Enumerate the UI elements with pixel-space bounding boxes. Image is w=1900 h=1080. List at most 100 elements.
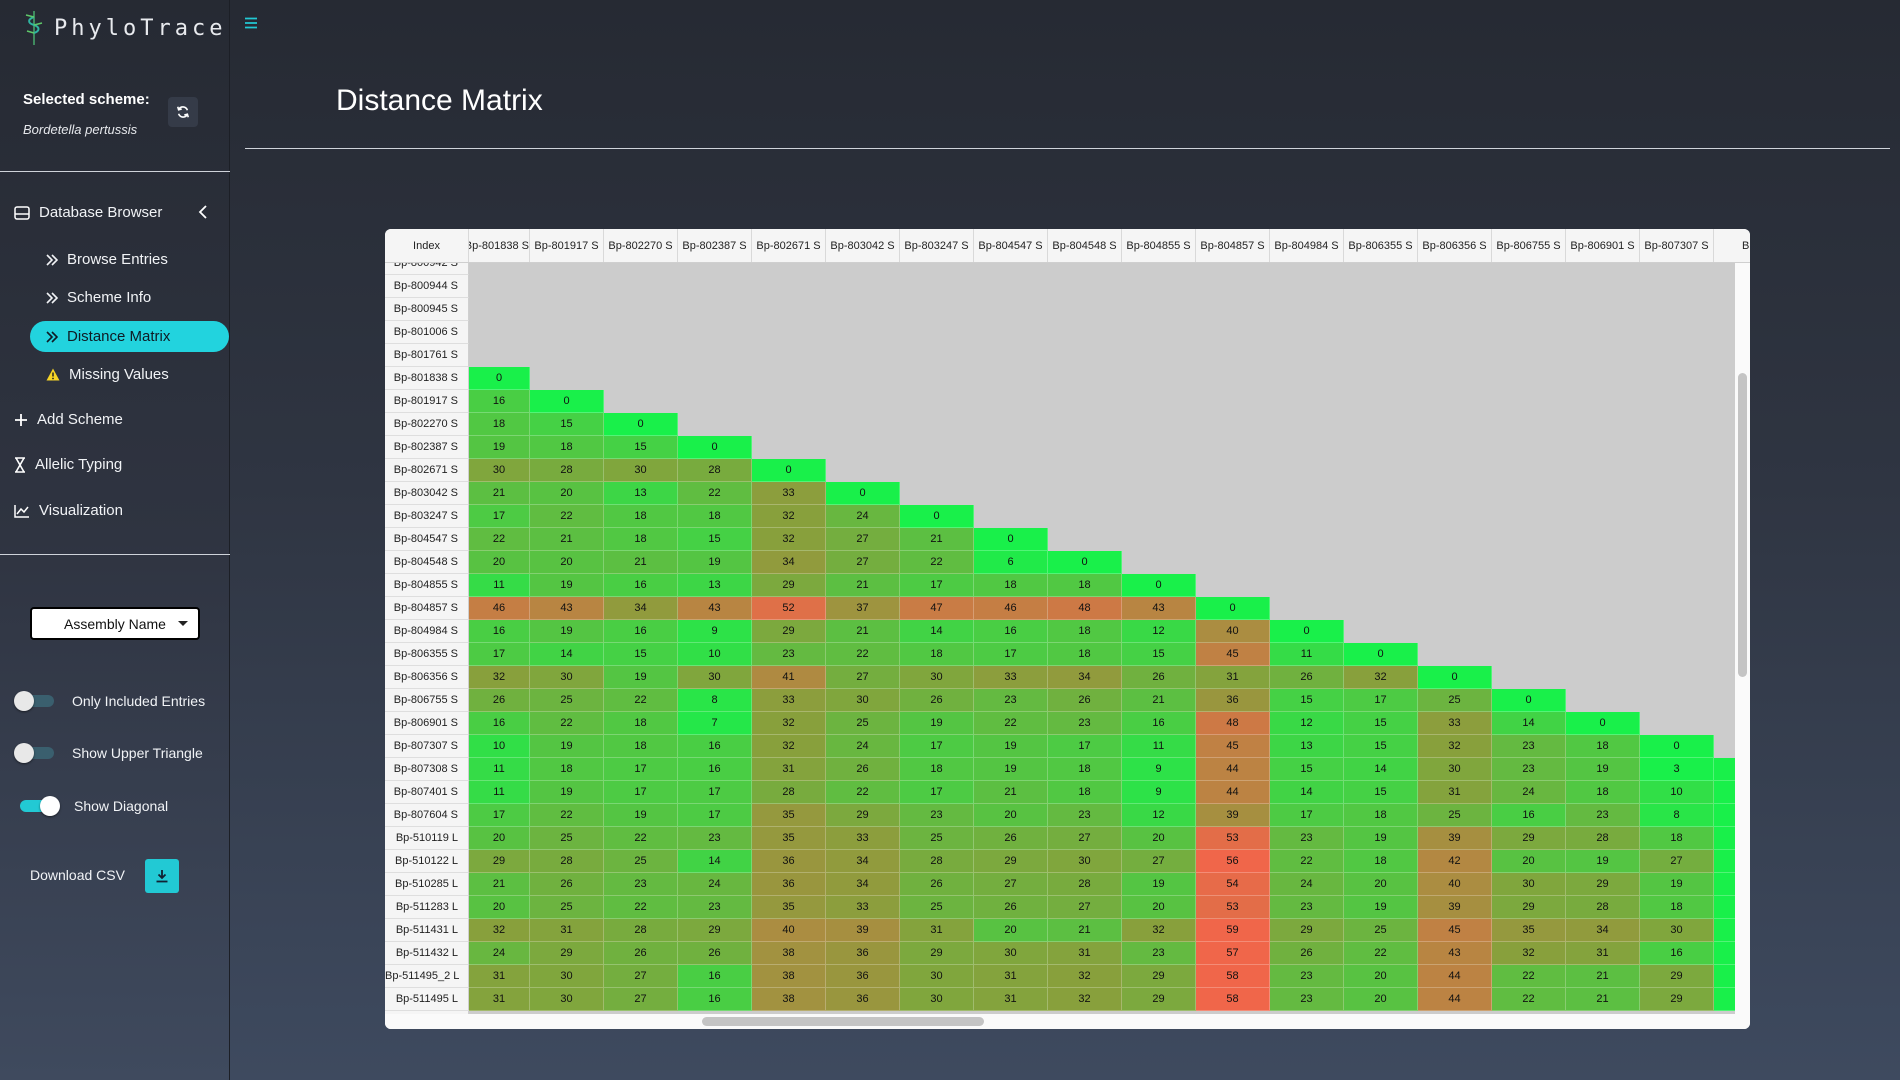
matrix-cell[interactable]: 45 [1196,643,1270,666]
matrix-cell[interactable]: 23 [1122,942,1196,965]
matrix-cell[interactable]: 39 [826,919,900,942]
matrix-cell[interactable]: 17 [678,804,752,827]
label-column-select[interactable]: Assembly Name [30,607,200,640]
matrix-cell[interactable]: 36 [826,988,900,1011]
matrix-cell[interactable]: 11 [469,781,530,804]
matrix-cell[interactable]: 19 [974,735,1048,758]
matrix-cell[interactable]: 17 [1344,689,1418,712]
matrix-cell[interactable]: 16 [469,620,530,643]
matrix-cell[interactable]: 18 [1566,735,1640,758]
matrix-cell[interactable]: 29 [752,620,826,643]
matrix-cell[interactable]: 19 [469,436,530,459]
matrix-cell[interactable]: 16 [604,620,678,643]
matrix-cell[interactable]: 22 [1344,942,1418,965]
matrix-cell[interactable]: 44 [1418,965,1492,988]
matrix-cell[interactable]: 28 [1048,873,1122,896]
matrix-cell[interactable]: 15 [1122,643,1196,666]
matrix-cell[interactable]: 38 [752,942,826,965]
hamburger-menu-icon[interactable] [244,16,258,34]
matrix-cell[interactable]: 34 [826,850,900,873]
matrix-cell[interactable]: 15 [678,528,752,551]
matrix-cell[interactable]: 18 [1640,896,1714,919]
matrix-cell[interactable]: 26 [826,758,900,781]
matrix-cell[interactable]: 0 [1196,597,1270,620]
download-csv-button[interactable] [145,859,179,893]
matrix-cell[interactable]: 43 [1122,597,1196,620]
matrix-cell[interactable]: 16 [678,735,752,758]
matrix-cell[interactable]: 25 [1418,689,1492,712]
matrix-cell[interactable]: 0 [1566,712,1640,735]
matrix-cell[interactable]: 12 [1122,620,1196,643]
matrix-cell[interactable]: 26 [1270,666,1344,689]
matrix-cell[interactable]: 18 [974,574,1048,597]
matrix-cell[interactable]: 35 [1492,919,1566,942]
toggle-switch[interactable] [14,742,58,764]
matrix-cell[interactable]: 20 [1344,965,1418,988]
matrix-cell[interactable]: 27 [1048,896,1122,919]
matrix-cell[interactable]: 30 [974,942,1048,965]
matrix-cell[interactable]: 18 [678,505,752,528]
matrix-cell[interactable]: 32 [1122,919,1196,942]
matrix-cell[interactable]: 36 [752,850,826,873]
matrix-cell[interactable]: 22 [530,712,604,735]
matrix-cell[interactable]: 21 [469,873,530,896]
matrix-cell[interactable]: 33 [826,896,900,919]
matrix-cell[interactable]: 17 [900,781,974,804]
column-header[interactable]: Bp-804857 S [1196,229,1270,262]
matrix-cell[interactable]: 24 [469,942,530,965]
horizontal-scrollbar-thumb[interactable] [702,1017,984,1026]
matrix-cell[interactable]: 21 [974,781,1048,804]
matrix-cell[interactable]: 36 [752,873,826,896]
matrix-cell[interactable]: 25 [530,896,604,919]
matrix-cell[interactable]: 21 [900,528,974,551]
matrix-cell[interactable]: 31 [1566,942,1640,965]
column-header[interactable]: Bp-803042 S [826,229,900,262]
matrix-cell[interactable]: 20 [1344,988,1418,1011]
matrix-cell[interactable]: 20 [530,482,604,505]
matrix-cell[interactable]: 31 [469,965,530,988]
matrix-cell[interactable]: 11 [469,758,530,781]
matrix-cell[interactable]: 30 [604,459,678,482]
nav-allelic-typing[interactable]: Allelic Typing [14,456,122,473]
matrix-cell[interactable]: 20 [1122,896,1196,919]
matrix-cell[interactable]: 18 [469,413,530,436]
matrix-cell[interactable]: 18 [604,528,678,551]
matrix-cell[interactable]: 36 [1196,689,1270,712]
matrix-cell[interactable]: 29 [974,850,1048,873]
matrix-cell[interactable]: 21 [826,574,900,597]
column-header[interactable]: Bp-804984 S [1270,229,1344,262]
matrix-cell[interactable] [1714,942,1735,965]
matrix-cell[interactable]: 0 [1640,735,1714,758]
matrix-cell[interactable]: 28 [1566,827,1640,850]
matrix-cell[interactable] [1714,827,1735,850]
matrix-cell[interactable]: 22 [1492,988,1566,1011]
matrix-cell[interactable]: 14 [530,643,604,666]
matrix-cell[interactable]: 21 [1048,919,1122,942]
matrix-cell[interactable]: 17 [900,735,974,758]
column-header[interactable]: Bp-801838 S [469,229,530,262]
matrix-cell[interactable]: 22 [604,827,678,850]
matrix-cell[interactable]: 0 [1270,620,1344,643]
column-header[interactable]: Bp-804547 S [974,229,1048,262]
matrix-cell[interactable]: 18 [1344,850,1418,873]
matrix-cell[interactable]: 19 [1344,827,1418,850]
matrix-cell[interactable]: 29 [900,942,974,965]
matrix-cell[interactable]: 34 [826,873,900,896]
matrix-cell[interactable]: 25 [826,712,900,735]
matrix-cell[interactable]: 14 [678,850,752,873]
matrix-cell[interactable]: 32 [1492,942,1566,965]
matrix-cell[interactable]: 8 [1640,804,1714,827]
matrix-cell[interactable]: 0 [1048,551,1122,574]
matrix-cell[interactable]: 29 [1492,827,1566,850]
matrix-cell[interactable]: 11 [469,574,530,597]
matrix-cell[interactable]: 27 [826,666,900,689]
matrix-cell[interactable]: 26 [604,942,678,965]
matrix-cell[interactable]: 36 [826,965,900,988]
matrix-cell[interactable]: 28 [604,919,678,942]
matrix-cell[interactable]: 21 [1122,689,1196,712]
matrix-cell[interactable]: 39 [1196,804,1270,827]
matrix-cell[interactable]: 15 [1344,712,1418,735]
matrix-cell[interactable]: 21 [1566,965,1640,988]
horizontal-scrollbar[interactable] [385,1014,1750,1029]
matrix-cell[interactable]: 18 [1048,643,1122,666]
